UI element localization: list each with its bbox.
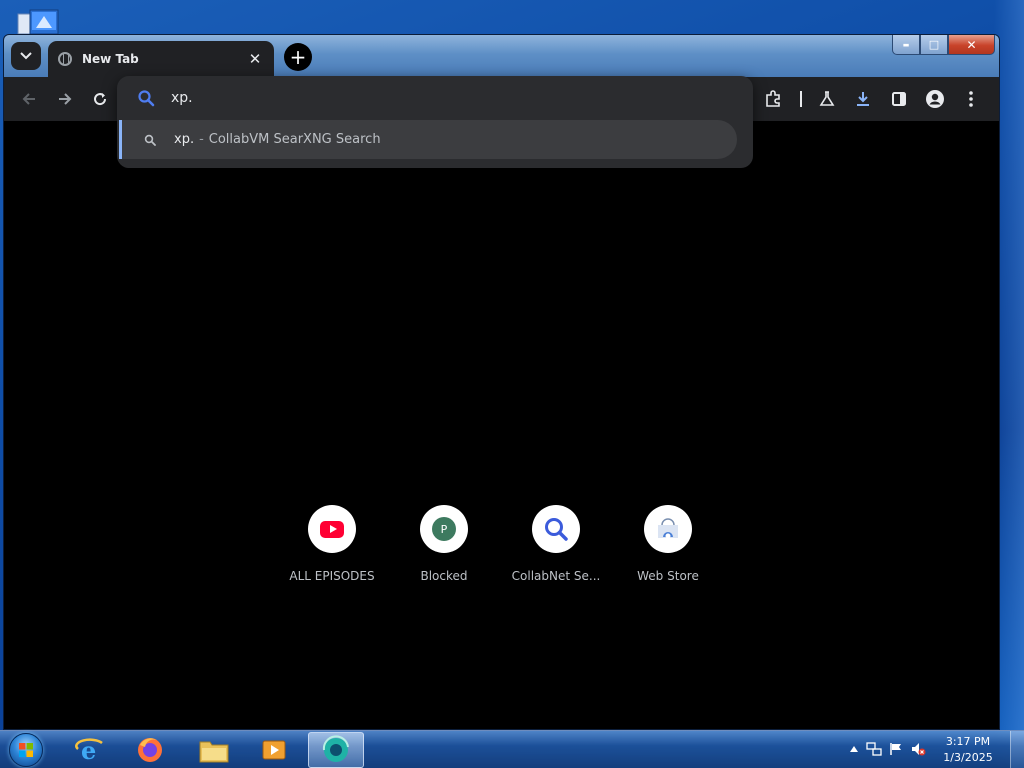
- shortcut-icon-circle: [644, 505, 692, 553]
- forward-button[interactable]: [54, 88, 76, 110]
- firefox-icon: [138, 738, 162, 762]
- close-button[interactable]: ✕: [948, 35, 995, 55]
- arrow-right-icon: [59, 93, 72, 105]
- shortcut-all-episodes[interactable]: ALL EPISODES: [276, 505, 388, 595]
- minimize-button[interactable]: ▬: [892, 35, 920, 55]
- taskbar-firefox[interactable]: [122, 732, 178, 768]
- profile-button[interactable]: [924, 88, 946, 110]
- shortcut-label: Blocked: [420, 569, 468, 583]
- puzzle-icon: [766, 90, 780, 107]
- kebab-menu-icon: [969, 91, 973, 107]
- youtube-icon: [320, 520, 344, 538]
- download-icon: [857, 92, 869, 106]
- omnibox-row: [117, 76, 753, 120]
- tab-close-button[interactable]: ✕: [246, 50, 264, 68]
- chevron-down-icon: [20, 52, 32, 60]
- suggestion-query: xp.: [174, 132, 195, 147]
- window-frame: ▬ □ ✕ New Tab ✕ +: [4, 35, 999, 77]
- p-letter-icon: P: [432, 517, 456, 541]
- suggestion-separator: -: [199, 132, 204, 147]
- avatar-icon: [926, 90, 944, 108]
- reload-icon: [94, 93, 107, 106]
- search-icon: [144, 134, 156, 146]
- action-center-flag-icon[interactable]: [888, 741, 904, 757]
- minimize-icon: ▬: [902, 40, 910, 49]
- new-tab-button[interactable]: +: [284, 43, 312, 71]
- maximize-icon: □: [928, 38, 940, 51]
- clock[interactable]: 3:17 PM 1/3/2025: [938, 734, 998, 766]
- system-tray: 3:17 PM 1/3/2025: [834, 731, 1024, 768]
- browser-icon: [322, 735, 349, 762]
- network-icon[interactable]: [866, 741, 882, 757]
- reload-button[interactable]: [89, 88, 111, 110]
- extensions-button[interactable]: [762, 88, 784, 110]
- window-caption-buttons: ▬ □ ✕: [892, 35, 995, 55]
- taskbar-media-player[interactable]: [246, 732, 302, 768]
- taskbar-internet-explorer[interactable]: e: [62, 732, 118, 768]
- shortcut-blocked[interactable]: P Blocked: [388, 505, 500, 595]
- shortcut-collabnet-search[interactable]: CollabNet Se...: [500, 505, 612, 595]
- web-store-icon: [658, 518, 678, 539]
- magnifier-icon: [545, 518, 568, 541]
- media-player-icon: [262, 740, 286, 760]
- shortcut-web-store[interactable]: Web Store: [612, 505, 724, 595]
- start-button[interactable]: [6, 732, 46, 768]
- omnibox-suggestion[interactable]: xp. - CollabVM SearXNG Search: [119, 120, 737, 159]
- search-icon: [138, 90, 155, 107]
- address-bar-input[interactable]: [171, 90, 671, 106]
- suggestion-description: CollabVM SearXNG Search: [208, 132, 381, 147]
- taskbar-file-explorer[interactable]: [186, 732, 242, 768]
- close-icon: ✕: [966, 37, 977, 52]
- file-explorer-icon: [199, 741, 229, 763]
- taskbar-browser[interactable]: [308, 732, 364, 768]
- chevron-up-icon: [850, 746, 858, 752]
- show-desktop-button[interactable]: [1010, 731, 1024, 768]
- maximize-button[interactable]: □: [920, 35, 948, 55]
- arrow-left-icon: [22, 93, 35, 105]
- omnibox-dropdown: xp. - CollabVM SearXNG Search: [117, 76, 753, 168]
- volume-muted-icon[interactable]: [910, 741, 926, 757]
- shortcut-icon-circle: [532, 505, 580, 553]
- shortcut-icon-circle: P: [420, 505, 468, 553]
- taskbar: e 3:17 PM 1/3/2025: [0, 730, 1024, 768]
- toolbar-divider: [800, 91, 802, 107]
- shortcut-label: ALL EPISODES: [289, 569, 375, 583]
- menu-button[interactable]: [960, 88, 982, 110]
- shortcut-label: CollabNet Se...: [511, 569, 601, 583]
- internet-explorer-icon: e: [75, 736, 103, 765]
- tab-search-button[interactable]: [11, 42, 41, 70]
- clock-time: 3:17 PM: [945, 735, 991, 748]
- side-panel-icon: [892, 92, 906, 106]
- globe-icon: [58, 52, 72, 66]
- show-hidden-icons-button[interactable]: [846, 741, 862, 757]
- labs-button[interactable]: [816, 88, 838, 110]
- back-button[interactable]: [18, 88, 40, 110]
- clock-date: 1/3/2025: [943, 751, 993, 764]
- tab-title: New Tab: [82, 52, 139, 66]
- shortcut-label: Web Store: [637, 569, 699, 583]
- windows-logo-icon: [9, 733, 43, 767]
- shortcut-icon-circle: [308, 505, 356, 553]
- new-tab-page: ALL EPISODES P Blocked CollabNet Se... W…: [4, 121, 999, 729]
- side-panel-button[interactable]: [888, 88, 910, 110]
- downloads-button[interactable]: [852, 88, 874, 110]
- flask-icon: [819, 91, 835, 106]
- tab-new-tab[interactable]: New Tab ✕: [48, 41, 274, 77]
